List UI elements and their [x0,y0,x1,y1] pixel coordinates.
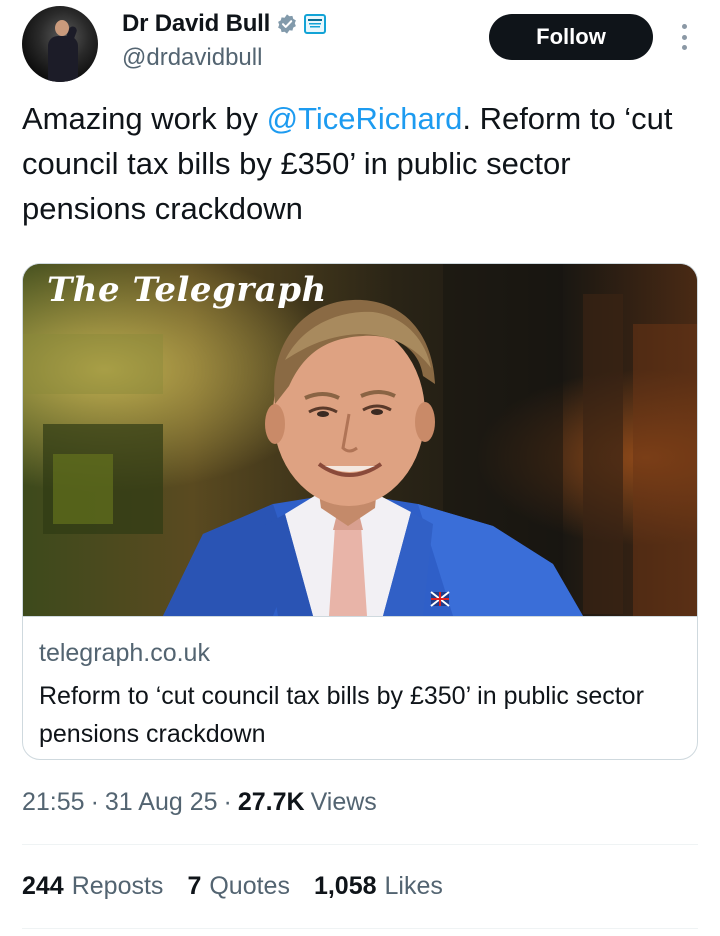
likes-count: 1,058 [313,872,377,900]
mention-link[interactable]: @TiceRichard [267,101,463,136]
verified-badge-icon[interactable] [276,13,298,35]
tweet-text: Amazing work by @TiceRichard. Reform to … [22,96,698,231]
author-handle[interactable]: @drdavidbull [122,44,262,72]
card-domain: telegraph.co.uk [39,639,210,667]
views-label: Views [310,788,377,816]
quotes-count: 7 [187,872,202,900]
separator-dot: · [223,788,232,816]
more-vertical-icon[interactable] [674,20,694,54]
reposts-label: Reposts [71,872,164,900]
engagement-stats: 244 Reposts 7 Quotes 1,058 Likes [22,872,467,901]
author-display-name[interactable]: Dr David Bull [122,10,270,38]
divider [22,928,698,929]
reposts-stat[interactable]: 244 Reposts [22,872,163,901]
divider [22,844,698,845]
affiliate-badge-icon[interactable] [304,14,327,34]
quotes-label: Quotes [209,872,290,900]
tweet-date[interactable]: 31 Aug 25 [105,788,218,817]
likes-stat[interactable]: 1,058 Likes [314,872,443,901]
tweet-header: Dr David Bull @drdavidbull Follow [22,6,698,86]
follow-button[interactable]: Follow [489,14,653,60]
card-meta: telegraph.co.uk Reform to ‘cut council t… [23,616,697,759]
tweet-timestamp-row: 21:55 · 31 Aug 25 · 27.7K Views [22,788,377,817]
tweet-text-intro: Amazing work by [22,101,267,136]
separator-dot: · [90,788,99,816]
likes-label: Likes [384,872,443,900]
views-count[interactable]: 27.7K [238,788,305,817]
card-title: Reform to ‘cut council tax bills by £350… [39,682,644,748]
card-image[interactable]: The Telegraph [23,264,697,616]
author-avatar[interactable] [22,6,98,82]
link-preview-card[interactable]: The Telegraph telegraph.co.uk Reform to … [22,263,698,760]
reposts-count: 244 [22,872,64,900]
tweet-time[interactable]: 21:55 [22,788,85,817]
publication-masthead: The Telegraph [47,270,327,310]
author-name-row: Dr David Bull [122,10,327,38]
quotes-stat[interactable]: 7 Quotes [187,872,290,901]
